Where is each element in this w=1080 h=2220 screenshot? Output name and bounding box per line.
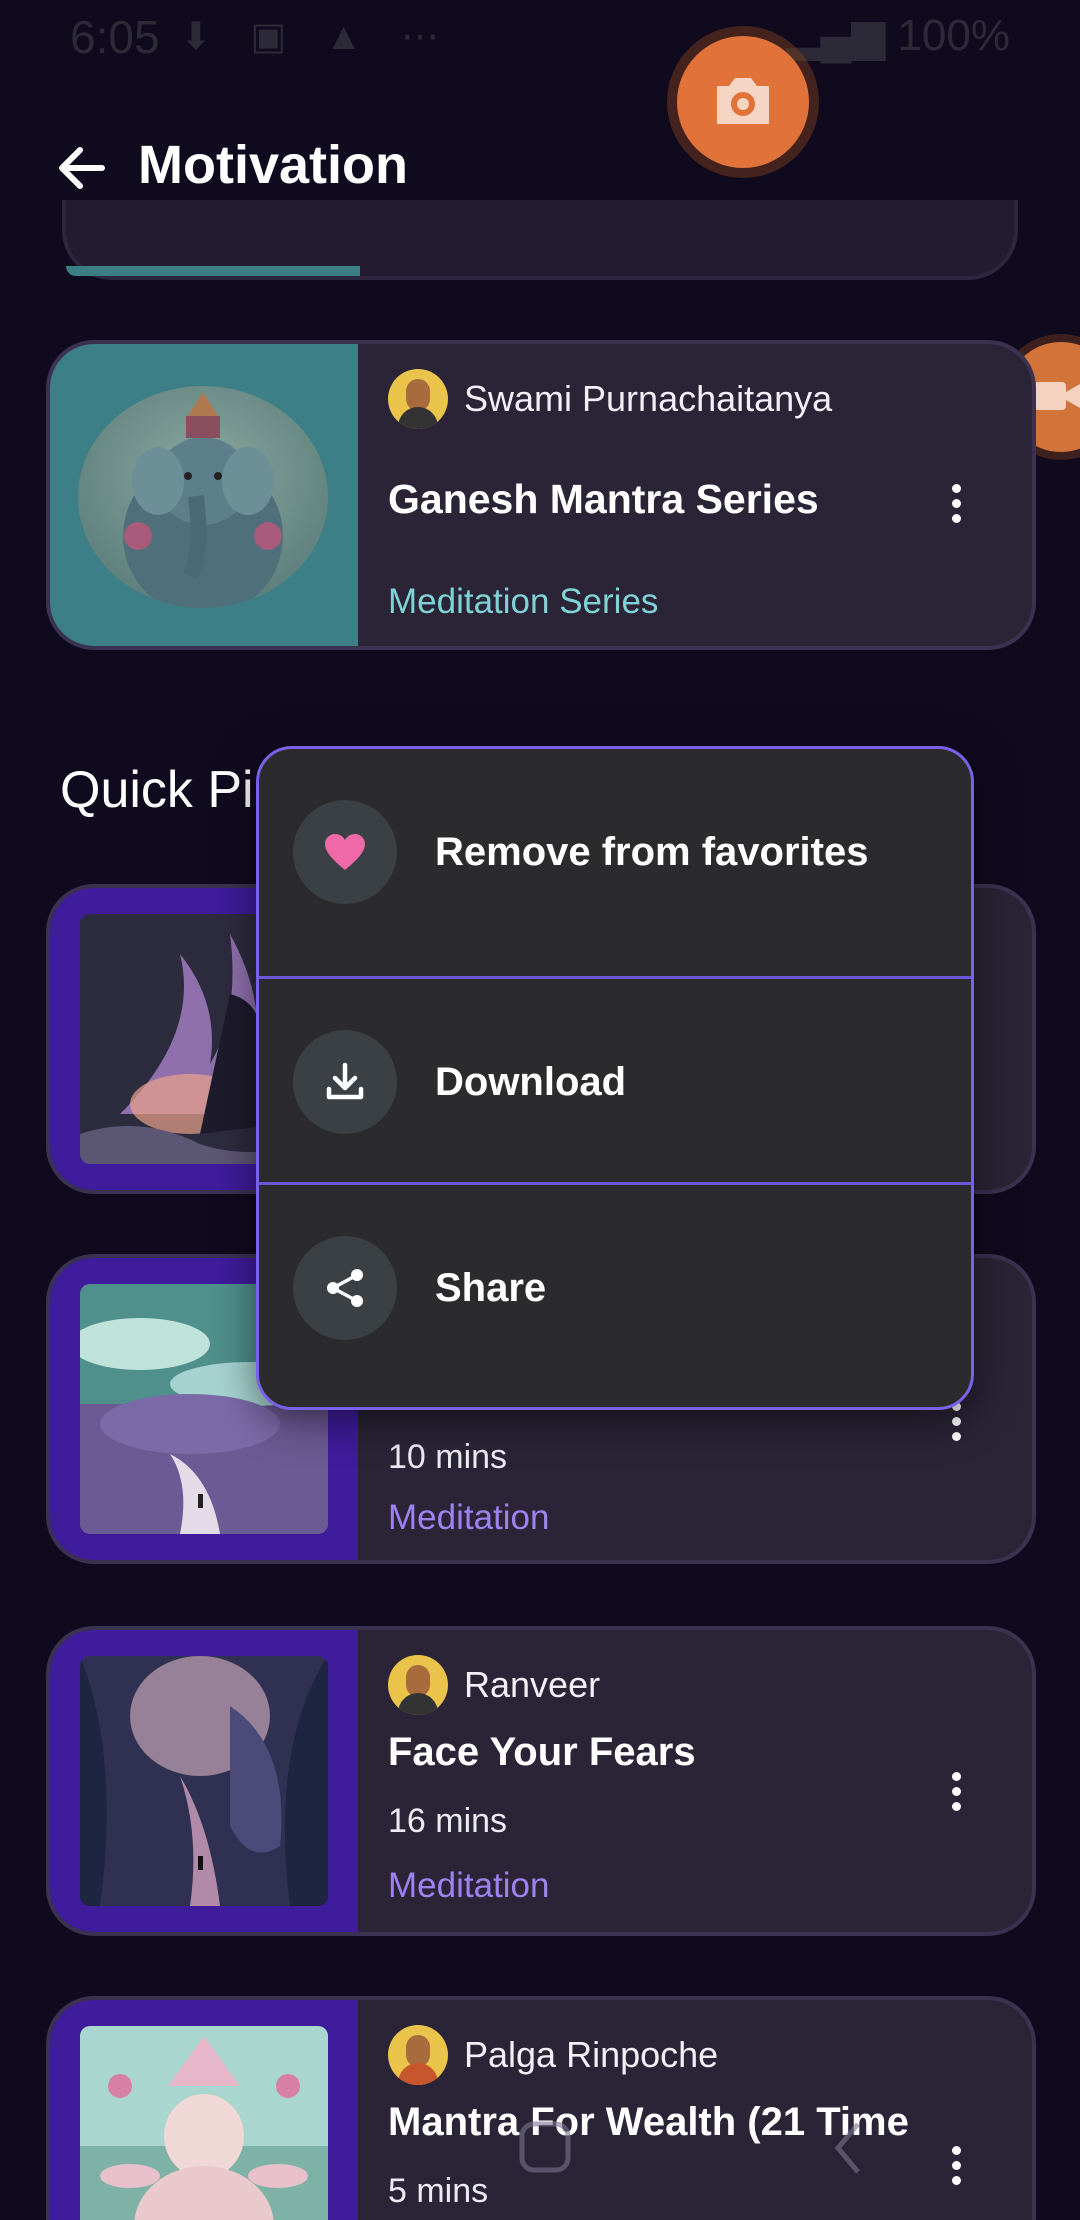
card-category: Meditation (388, 1866, 550, 1905)
battery-level: 100% (897, 11, 1010, 60)
avatar (388, 1655, 448, 1715)
list-item-partial[interactable] (62, 200, 1018, 280)
list-item[interactable]: Palga Rinpoche Mantra For Wealth (21 Tim… (46, 1996, 1036, 2220)
menu-item-remove-favorites[interactable]: Remove from favorites (259, 749, 971, 955)
deity-thumbnail (80, 2026, 328, 2220)
card-thumbnail-edge (66, 266, 360, 276)
section-title: Quick Pi (60, 761, 254, 819)
card-title: Face Your Fears (388, 1730, 696, 1774)
forest-face-thumbnail (80, 1656, 328, 1906)
list-item[interactable]: Ranveer Face Your Fears 16 mins Meditati… (46, 1626, 1036, 1936)
status-right: ▂▄▆ 100% (786, 10, 1010, 61)
context-menu: Remove from favorites Download Share (256, 746, 974, 1410)
screenshot-camera-button[interactable] (677, 36, 809, 168)
menu-item-label: Remove from favorites (435, 829, 869, 874)
author-name: Ranveer (464, 1664, 601, 1705)
card-category: Meditation (388, 1498, 550, 1537)
card-duration: 10 mins (388, 1438, 508, 1476)
more-options-icon[interactable] (948, 1402, 964, 1448)
more-options-icon[interactable] (948, 484, 964, 530)
card-author: Palga Rinpoche (388, 2024, 718, 2086)
card-thumbnail-frame (50, 2000, 358, 2220)
video-camera-icon (1034, 382, 1080, 410)
more-options-icon[interactable] (948, 2146, 964, 2192)
avatar (388, 369, 448, 429)
status-time: 6:05 (70, 11, 160, 63)
card-author: Swami Purnachaitanya (388, 368, 832, 430)
card-duration: 5 mins (388, 2172, 489, 2210)
camera-icon (717, 78, 769, 124)
notification-icons: ⬇ ▣ ▲ ⋯ (180, 16, 454, 58)
card-title: Mantra For Wealth (21 Time (388, 2100, 909, 2144)
menu-item-label: Share (435, 1265, 547, 1310)
series-card[interactable]: Swami Purnachaitanya Ganesh Mantra Serie… (46, 340, 1036, 650)
share-icon (293, 1236, 397, 1340)
card-author: Ranveer (388, 1654, 600, 1716)
ganesh-thumbnail (78, 386, 328, 608)
card-duration: 16 mins (388, 1802, 508, 1840)
heart-icon (293, 800, 397, 904)
status-bar: 6:05 ⬇ ▣ ▲ ⋯ ▂▄▆ 100% (0, 0, 1080, 72)
more-options-icon[interactable] (948, 1772, 964, 1818)
signal-icon: ▂▄▆ (786, 11, 886, 60)
download-icon (293, 1030, 397, 1134)
page-title: Motivation (138, 135, 408, 195)
back-arrow-icon[interactable] (52, 138, 112, 198)
menu-item-share[interactable]: Share (259, 1185, 971, 1391)
card-thumbnail-frame (50, 1630, 358, 1932)
author-name: Swami Purnachaitanya (464, 378, 833, 419)
card-category: Meditation Series (388, 582, 659, 621)
author-name: Palga Rinpoche (464, 2034, 719, 2075)
avatar (388, 2025, 448, 2085)
menu-item-label: Download (435, 1059, 627, 1104)
card-title: Ganesh Mantra Series (388, 476, 819, 522)
menu-item-download[interactable]: Download (259, 979, 971, 1185)
card-thumbnail-frame (50, 344, 358, 646)
